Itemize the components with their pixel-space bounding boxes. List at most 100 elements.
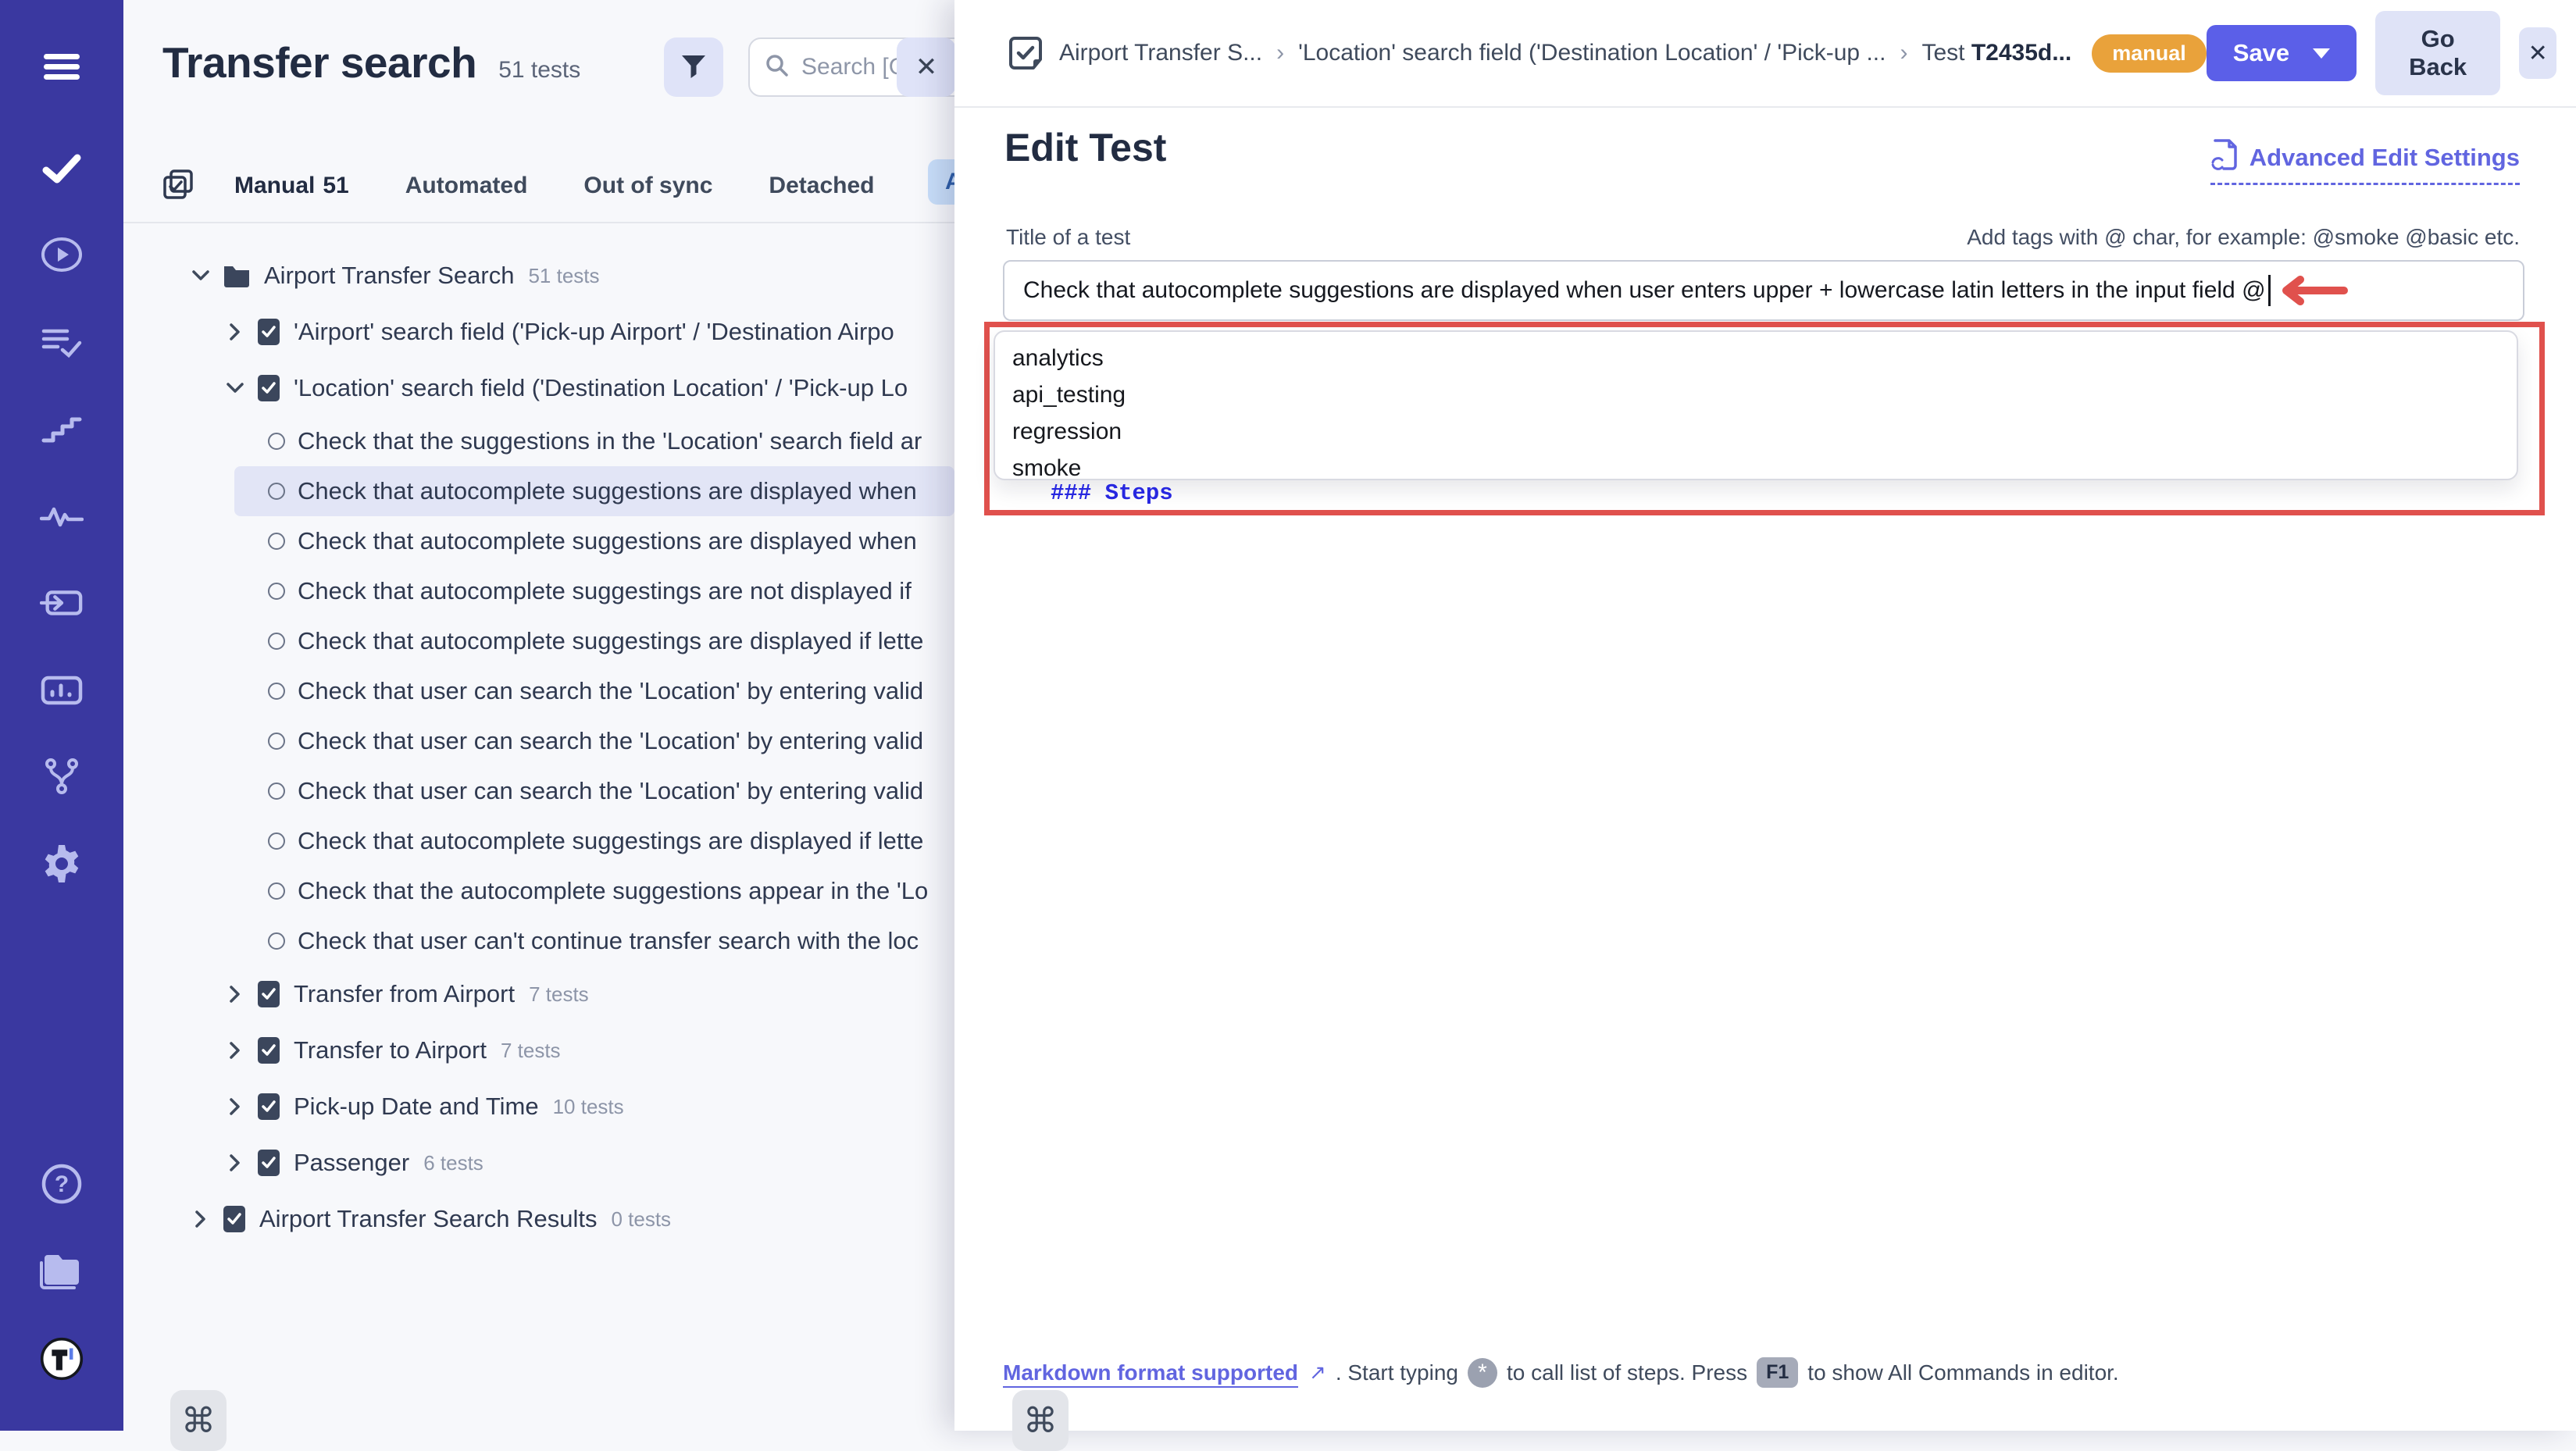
tests-check-icon[interactable]	[40, 147, 84, 191]
close-icon: ✕	[915, 52, 938, 83]
save-button[interactable]: Save	[2207, 25, 2357, 81]
tree-row-test-selected[interactable]: Check that autocomplete suggestions are …	[234, 466, 954, 516]
tree-row-suite[interactable]: 'Airport' search field ('Pick-up Airport…	[123, 304, 954, 360]
workflows-branch-icon[interactable]	[40, 754, 84, 798]
tag-option[interactable]: regression	[1012, 413, 2517, 450]
tree-row-test[interactable]: Check that user can't continue transfer …	[123, 916, 954, 966]
tree-row-suite[interactable]: Transfer to Airport 7 tests	[123, 1022, 954, 1078]
suite-label: 'Location' search field ('Destination Lo…	[294, 374, 908, 402]
markdown-supported-link[interactable]: Markdown format supported	[1003, 1360, 1298, 1385]
test-status-icon	[268, 633, 285, 650]
chevron-down-icon[interactable]	[191, 269, 211, 282]
settings-gear-icon[interactable]	[40, 842, 84, 886]
test-title-value: Check that autocomplete suggestions are …	[1023, 277, 2266, 304]
chevron-right-icon[interactable]	[225, 1097, 245, 1116]
tree-row-suite[interactable]: Transfer from Airport 7 tests	[123, 966, 954, 1022]
svg-text:?: ?	[55, 1171, 69, 1197]
tab-out-of-sync[interactable]: Out of sync	[583, 173, 712, 199]
chevron-right-icon[interactable]	[225, 1041, 245, 1060]
tree-row-test[interactable]: Check that the suggestions in the 'Locat…	[123, 416, 954, 466]
test-label: Check that user can search the 'Location…	[298, 727, 923, 755]
asterisk-key-badge: *	[1468, 1358, 1497, 1388]
tree-row-suite[interactable]: Airport Transfer Search Results 0 tests	[123, 1191, 954, 1247]
doc-sync-icon	[2210, 139, 2239, 176]
documents-folder-icon[interactable]	[40, 1250, 84, 1293]
suite-count: 7 tests	[529, 982, 589, 1007]
tree-row-test[interactable]: Check that autocomplete suggestions are …	[123, 516, 954, 566]
breadcrumb-test[interactable]: Test T2435d...	[1921, 40, 2071, 66]
tag-option[interactable]: api_testing	[1012, 376, 2517, 413]
menu-icon[interactable]	[40, 45, 84, 89]
tree-row-test[interactable]: Check that autocomplete suggestings are …	[123, 816, 954, 866]
tag-option[interactable]: analytics	[1012, 340, 2517, 376]
suite-count: 51 tests	[528, 264, 599, 288]
chevron-right-icon[interactable]	[225, 985, 245, 1004]
test-status-icon	[268, 433, 285, 450]
title-field-label: Title of a test	[1006, 225, 1130, 250]
close-drawer-button[interactable]: ✕	[2519, 27, 2556, 79]
tree-row-test[interactable]: Check that user can search the 'Location…	[123, 666, 954, 716]
tag-option[interactable]: smoke	[1012, 450, 2517, 480]
test-doc-check-icon	[1008, 35, 1044, 71]
chevron-right-icon[interactable]	[225, 323, 245, 341]
test-runs-play-icon[interactable]	[40, 233, 84, 276]
chevron-down-icon[interactable]	[225, 382, 245, 394]
clear-search-button[interactable]: ✕	[897, 37, 956, 97]
test-status-icon	[268, 683, 285, 700]
help-icon[interactable]: ?	[40, 1162, 84, 1206]
tab-automated[interactable]: Automated	[405, 173, 528, 199]
editor-footer-hint: Markdown format supported ↗ . Start typi…	[1003, 1357, 2119, 1388]
command-shortcut-badge[interactable]: ⌘	[1012, 1390, 1069, 1451]
tree-row-test[interactable]: Check that autocomplete suggestings are …	[123, 616, 954, 666]
tab-manual[interactable]: Manual51	[234, 173, 349, 199]
avatar[interactable]	[40, 1337, 84, 1381]
doc-check-icon	[256, 373, 281, 403]
tree-row-suite[interactable]: Pick-up Date and Time 10 tests	[123, 1078, 954, 1135]
test-title-input[interactable]: Check that autocomplete suggestions are …	[1003, 260, 2524, 321]
test-plans-icon[interactable]	[40, 320, 84, 364]
suite-label: Airport Transfer Search Results	[259, 1205, 597, 1233]
advanced-edit-settings-label: Advanced Edit Settings	[2250, 144, 2520, 172]
test-status-icon	[268, 783, 285, 800]
tree-row-suite[interactable]: 'Location' search field ('Destination Lo…	[123, 360, 954, 416]
tests-total-count: 51 tests	[498, 57, 580, 84]
tree-row-suite[interactable]: Passenger 6 tests	[123, 1135, 954, 1191]
doc-check-icon	[256, 1148, 281, 1178]
tree-row-test[interactable]: Check that user can search the 'Location…	[123, 716, 954, 766]
test-label: Check that autocomplete suggestions are …	[298, 477, 917, 505]
f1-key-badge: F1	[1757, 1357, 1798, 1388]
breadcrumb-suite-root[interactable]: Airport Transfer S...	[1059, 40, 1262, 66]
tree-row-test[interactable]: Check that autocomplete suggestings are …	[123, 566, 954, 616]
breadcrumb-separator: ›	[1900, 40, 1907, 66]
filter-funnel-icon	[679, 51, 708, 84]
test-label: Check that autocomplete suggestings are …	[298, 827, 923, 855]
command-shortcut-badge[interactable]: ⌘	[170, 1390, 227, 1451]
annotation-arrow-icon	[2277, 275, 2349, 306]
advanced-edit-settings-link[interactable]: Advanced Edit Settings	[2210, 139, 2520, 185]
filter-button[interactable]	[664, 37, 723, 97]
milestones-steps-icon[interactable]	[40, 408, 84, 451]
suite-count: 10 tests	[553, 1095, 624, 1119]
test-id: T2435d...	[1971, 40, 2071, 66]
tree-row-test[interactable]: Check that the autocomplete suggestions …	[123, 866, 954, 916]
tree-row-suite[interactable]: Airport Transfer Search 51 tests	[123, 248, 954, 304]
hint-text: to call list of steps. Press	[1507, 1360, 1747, 1385]
test-status-icon	[268, 483, 285, 500]
test-status-icon	[268, 832, 285, 850]
test-label: Check that user can't continue transfer …	[298, 927, 919, 955]
reports-chart-icon[interactable]	[40, 668, 84, 712]
tree-row-test[interactable]: Check that user can search the 'Location…	[123, 766, 954, 816]
go-back-button[interactable]: Go Back	[2375, 11, 2500, 95]
suite-count: 0 tests	[611, 1207, 671, 1232]
chevron-right-icon[interactable]	[225, 1153, 245, 1172]
bulk-select-icon[interactable]	[162, 169, 197, 203]
doc-check-icon	[256, 1036, 281, 1065]
page-title: Transfer search	[162, 37, 476, 87]
imports-icon[interactable]	[40, 581, 84, 625]
tab-detached[interactable]: Detached	[769, 173, 874, 199]
suite-label: Pick-up Date and Time	[294, 1093, 539, 1121]
breadcrumb-suite[interactable]: 'Location' search field ('Destination Lo…	[1298, 40, 1886, 66]
save-dropdown-caret-icon[interactable]	[2313, 48, 2330, 59]
chevron-right-icon[interactable]	[191, 1210, 211, 1228]
activity-pulse-icon[interactable]	[40, 494, 84, 537]
